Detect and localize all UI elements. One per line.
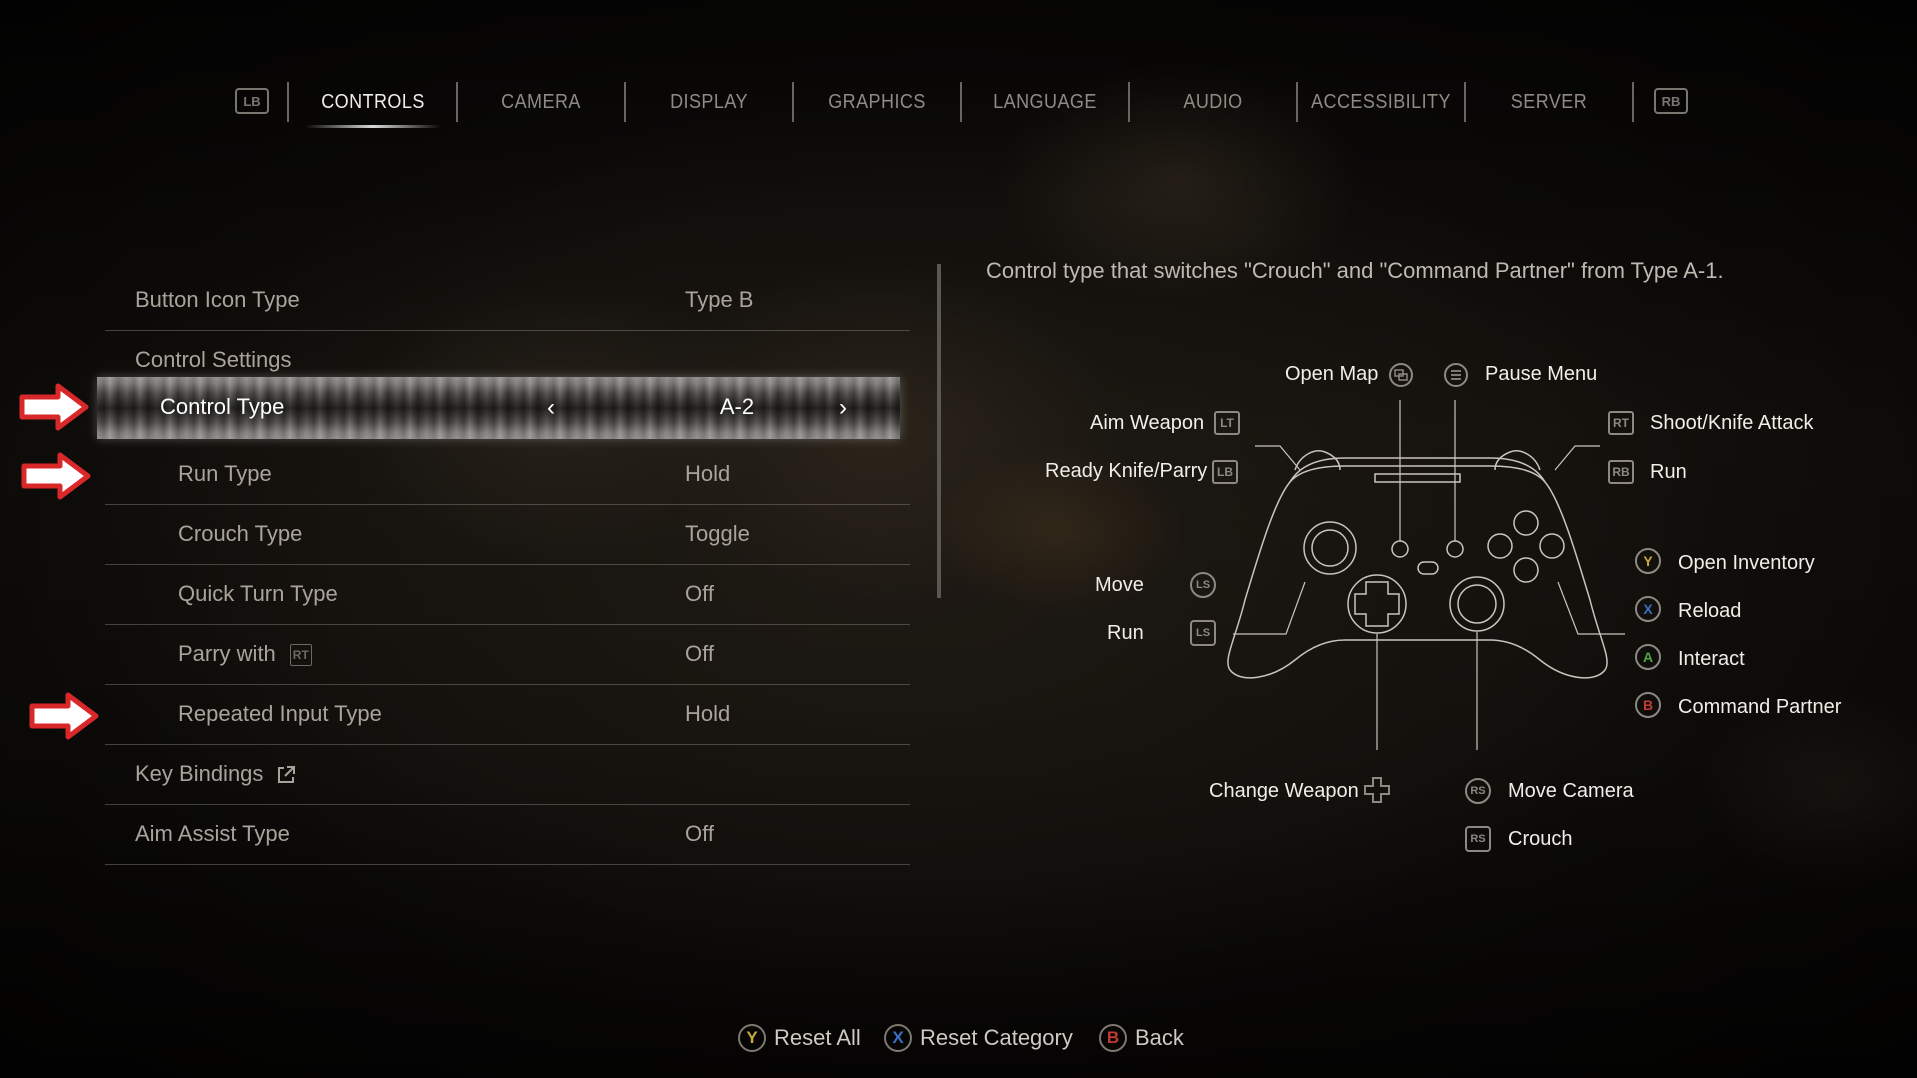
back-label: Back [1135,1025,1184,1050]
chevron-right-icon[interactable]: › [839,377,847,439]
label-interact: Interact [1678,648,1745,670]
reset-all-button[interactable]: Y Reset All [738,1018,861,1058]
reset-category-label: Reset Category [920,1025,1073,1050]
leader-lines [1233,400,1625,750]
label-open-inventory: Open Inventory [1678,552,1815,574]
b-button-icon: B [1099,1024,1127,1052]
label-change-weapon: Change Weapon [1209,780,1359,802]
b-button-icon: B [1635,692,1661,718]
label-aim-weapon: Aim Weapon [1090,412,1205,434]
reset-category-button[interactable]: X Reset Category [884,1018,1073,1058]
label-move-camera: Move Camera [1508,780,1634,802]
reset-all-label: Reset All [774,1025,861,1050]
label-reload: Reload [1678,600,1742,622]
x-button-icon: X [1635,596,1661,622]
label-crouch: Crouch [1508,828,1573,850]
setting-label: Control Type [160,394,285,419]
label-pause-menu: Pause Menu [1485,363,1598,385]
a-button-icon: A [1635,644,1661,670]
right-stick-press-icon: RS [1465,826,1491,852]
label-open-map: Open Map [1285,363,1379,385]
label-run-rb: Run [1650,461,1687,483]
chevron-left-icon[interactable]: ‹ [547,377,555,439]
x-button-icon: X [884,1024,912,1052]
rt-button-icon: RT [1608,411,1634,435]
setting-value: A-2 [719,394,755,419]
controller-outline [1227,465,1608,679]
menu-button-icon [1444,363,1468,387]
y-button-icon: Y [738,1024,766,1052]
left-stick-press-icon: LS [1190,620,1216,646]
dpad-icon [1364,777,1390,803]
y-button-icon: Y [1635,548,1661,574]
label-shoot-knife-attack: Shoot/Knife Attack [1650,412,1814,434]
left-stick-icon: LS [1190,572,1216,598]
right-stick-icon: RS [1465,778,1491,804]
rb-button-icon: RB [1608,460,1634,484]
label-move: Move [1095,574,1144,596]
view-button-icon [1389,363,1413,387]
label-command-partner: Command Partner [1678,696,1842,718]
lb-button-icon: LB [1212,460,1238,484]
back-button[interactable]: B Back [1099,1018,1184,1058]
label-run-ls: Run [1107,622,1144,644]
bottom-action-bar: Y Reset All X Reset Category B Back [0,1018,1917,1058]
label-ready-knife-parry: Ready Knife/Parry [1045,460,1208,482]
lt-button-icon: LT [1214,411,1240,435]
controller-diagram [1227,400,1625,750]
